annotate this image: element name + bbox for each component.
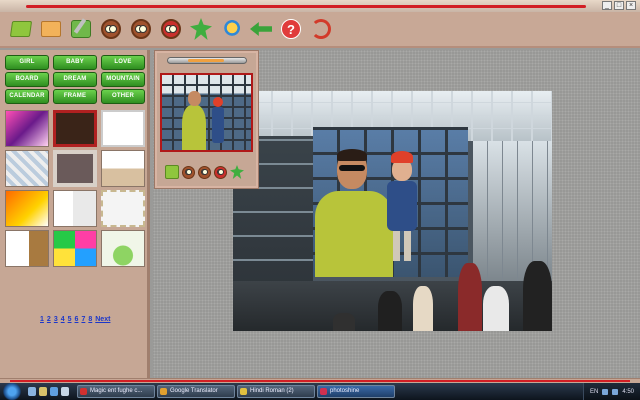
open-image-button[interactable]	[38, 16, 64, 42]
main-toolbar: ?	[0, 12, 640, 48]
category-love-button[interactable]: LOVE	[101, 55, 145, 70]
template-thumbnail[interactable]	[101, 110, 145, 147]
exit-icon	[311, 19, 331, 39]
edit-image-icon	[71, 20, 91, 38]
pager-page-1[interactable]: 1	[40, 316, 44, 323]
photo-bystander	[413, 286, 433, 331]
template-thumbnail[interactable]	[5, 190, 49, 227]
preview-toolbar	[165, 165, 244, 179]
help-button[interactable]: ?	[278, 16, 304, 42]
owl-button-1[interactable]	[98, 16, 124, 42]
owl-icon[interactable]	[198, 165, 211, 179]
owl-red-icon[interactable]	[214, 165, 227, 179]
tray-language[interactable]: EN	[590, 389, 598, 395]
photo-man-figure	[315, 149, 393, 277]
category-girl-button[interactable]: GIRL	[5, 55, 49, 70]
title-bar-accent	[26, 5, 586, 8]
help-icon: ?	[281, 19, 301, 39]
edit-image-button[interactable]	[68, 16, 94, 42]
template-panel: GIRL BABY LOVE BOARD DREAM MOUNTAIN CALE…	[0, 50, 150, 378]
quick-launch-icon[interactable]	[61, 387, 69, 396]
thumbnail-pager: 1 2 3 4 5 6 7 8 Next	[40, 316, 110, 323]
owl-button-2[interactable]	[128, 16, 154, 42]
tray-volume-icon[interactable]	[612, 388, 619, 395]
template-thumbnail[interactable]	[101, 230, 145, 267]
tray-clock[interactable]: 4:50	[622, 389, 634, 395]
star-gear-icon	[190, 18, 212, 40]
template-thumbnail[interactable]	[53, 190, 97, 227]
category-frame-button[interactable]: FRAME	[53, 89, 97, 104]
pager-page-8[interactable]: 8	[88, 316, 92, 323]
template-thumbnail[interactable]	[101, 190, 145, 227]
template-thumbnail[interactable]	[53, 110, 97, 147]
bottom-accent-line	[10, 380, 630, 382]
pager-page-2[interactable]: 2	[47, 316, 51, 323]
owl-red-icon	[161, 19, 181, 39]
pager-next-link[interactable]: Next	[95, 316, 110, 323]
preview-open-icon[interactable]	[165, 165, 179, 179]
window-title-bar[interactable]: _ □ ×	[0, 0, 640, 12]
preview-thumbnail	[160, 73, 253, 152]
taskbar-task[interactable]: Magic ent fughe c...	[77, 385, 155, 398]
owl-icon[interactable]	[182, 165, 195, 179]
taskbar-task[interactable]: Google Translator	[157, 385, 235, 398]
pager-page-5[interactable]: 5	[68, 316, 72, 323]
owl-icon	[131, 19, 151, 39]
owl-button-3[interactable]	[158, 16, 184, 42]
owl-icon	[101, 19, 121, 39]
pager-page-7[interactable]: 7	[81, 316, 85, 323]
tools-icon	[220, 18, 242, 40]
photo-bystander	[458, 263, 482, 331]
category-mountain-button[interactable]: MOUNTAIN	[101, 72, 145, 87]
pager-page-3[interactable]: 3	[54, 316, 58, 323]
start-button[interactable]	[2, 383, 22, 400]
pager-page-4[interactable]: 4	[61, 316, 65, 323]
template-thumbnail[interactable]	[53, 230, 97, 267]
working-photo[interactable]	[233, 91, 552, 331]
star-gear-icon[interactable]	[230, 165, 244, 179]
category-dream-button[interactable]: DREAM	[53, 72, 97, 87]
preview-window[interactable]	[155, 51, 258, 188]
category-calendar-button[interactable]: CALENDAR	[5, 89, 49, 104]
window-controls: _ □ ×	[602, 1, 636, 10]
quick-launch-icon[interactable]	[28, 387, 36, 396]
category-board-button[interactable]: BOARD	[5, 72, 49, 87]
quick-launch-icon[interactable]	[39, 387, 47, 396]
template-thumbnail[interactable]	[5, 150, 49, 187]
photo-bystander	[378, 291, 402, 331]
category-buttons: GIRL BABY LOVE BOARD DREAM MOUNTAIN CALE…	[5, 55, 147, 104]
preview-slider[interactable]	[167, 57, 247, 64]
template-thumbnail[interactable]	[5, 110, 49, 147]
photo-child-figure	[383, 151, 425, 266]
taskbar-task[interactable]: Hindi Roman (2)	[237, 385, 315, 398]
category-other-button[interactable]: OTHER	[101, 89, 145, 104]
system-tray: EN 4:50	[582, 383, 640, 400]
undo-button[interactable]	[248, 16, 274, 42]
photo-bystander	[333, 313, 355, 331]
new-folder-icon	[9, 21, 33, 37]
pager-page-6[interactable]: 6	[75, 316, 79, 323]
taskbar-task-active[interactable]: photoshine	[317, 385, 395, 398]
undo-arrow-icon	[250, 22, 272, 36]
photo-bystander	[483, 286, 509, 331]
new-folder-button[interactable]	[8, 16, 34, 42]
template-thumbnail[interactable]	[5, 230, 49, 267]
quick-launch-icon[interactable]	[50, 387, 58, 396]
photo-bystander	[523, 261, 552, 331]
exit-button[interactable]	[308, 16, 334, 42]
template-thumbnail[interactable]	[101, 150, 145, 187]
tray-network-icon[interactable]	[602, 388, 609, 395]
effects-button[interactable]	[188, 16, 214, 42]
maximize-button[interactable]: □	[614, 1, 624, 10]
task-buttons: Magic ent fughe c... Google Translator H…	[77, 385, 395, 398]
tools-button[interactable]	[218, 16, 244, 42]
template-thumbnail[interactable]	[53, 150, 97, 187]
os-taskbar: Magic ent fughe c... Google Translator H…	[0, 383, 640, 400]
quick-launch	[28, 387, 69, 396]
template-thumbnails	[5, 110, 145, 267]
close-button[interactable]: ×	[626, 1, 636, 10]
category-baby-button[interactable]: BABY	[53, 55, 97, 70]
minimize-button[interactable]: _	[602, 1, 612, 10]
open-image-icon	[41, 21, 61, 37]
